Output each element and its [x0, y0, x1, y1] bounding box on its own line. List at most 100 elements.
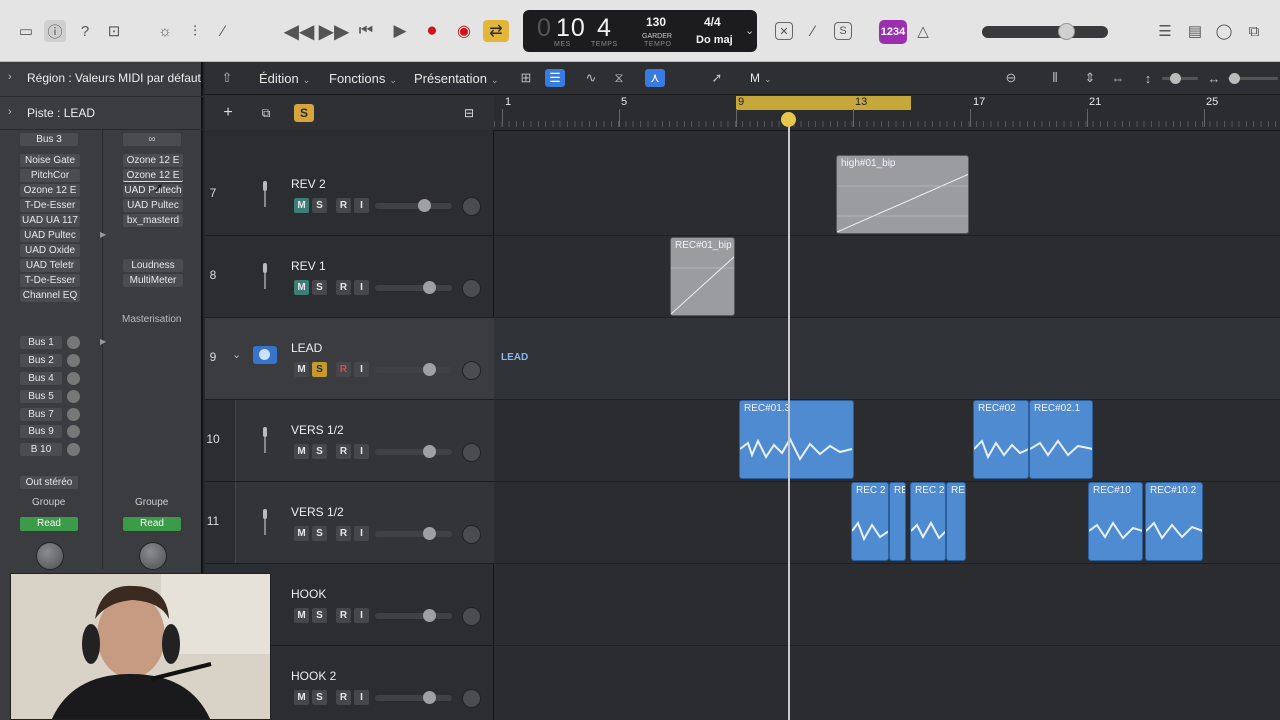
audio-region[interactable]: REC 2	[851, 482, 889, 561]
chevron-down-icon[interactable]: ⌄	[745, 24, 754, 37]
list-view-icon[interactable]: ☰	[545, 69, 565, 87]
insert-slot[interactable]: Ozone 12 E	[20, 184, 80, 197]
insert-slot[interactable]: UAD Oxide	[20, 244, 80, 257]
fast-forward-icon[interactable]: ▶▶	[319, 20, 350, 43]
tracks-area[interactable]: high#01_bip REC#01_bip LEAD REC#01.3 REC…	[494, 131, 1280, 720]
global-solo-button[interactable]: S	[294, 104, 314, 122]
send-level-knob[interactable]	[67, 408, 80, 421]
playhead[interactable]	[788, 114, 790, 720]
lcd-display[interactable]: 0 10 4 MES TEMPS 130 GARDER TEMPO 4/4 Do…	[523, 10, 757, 52]
insert-slot[interactable]: UAD Pultec	[123, 199, 183, 212]
volume-slider[interactable]	[375, 281, 452, 294]
mixer-icon[interactable]: ⫶	[184, 20, 206, 42]
send-slot[interactable]: Bus 2	[20, 354, 62, 367]
solo-button[interactable]: S	[312, 198, 327, 213]
solo-icon[interactable]: S	[834, 22, 852, 40]
input-monitor-button[interactable]: I	[354, 362, 369, 377]
automation-region[interactable]: REC#01_bip	[670, 237, 735, 316]
input-monitor-button[interactable]: I	[354, 444, 369, 459]
folder-stack-icon[interactable]	[253, 346, 277, 364]
automation-region[interactable]: high#01_bip	[836, 155, 969, 234]
audio-region[interactable]: REC#02.1	[1029, 400, 1093, 479]
record-enable-button[interactable]: R	[336, 198, 351, 213]
loop-browser-icon[interactable]: ◯	[1213, 20, 1235, 42]
insert-slot[interactable]: T-De-Esser	[20, 199, 80, 212]
snap-icon[interactable]: ⋏	[645, 69, 665, 87]
record-enable-button[interactable]: R	[336, 362, 351, 377]
pan-knob[interactable]	[462, 279, 481, 298]
go-to-start-icon[interactable]: ⏮	[355, 20, 377, 42]
functions-menu[interactable]: Fonctions ⌄	[329, 71, 397, 86]
automation-read-button[interactable]: Read	[123, 517, 181, 531]
solo-button[interactable]: S	[312, 444, 327, 459]
chevron-right-icon[interactable]: ›	[8, 106, 12, 118]
mute-button[interactable]: M	[294, 608, 309, 623]
volume-slider[interactable]	[375, 527, 452, 540]
record-enable-button[interactable]: R	[336, 444, 351, 459]
volume-knob[interactable]	[423, 363, 436, 376]
track-name[interactable]: LEAD	[291, 341, 322, 355]
mute-button[interactable]: M	[294, 362, 309, 377]
tuner-icon[interactable]: ∕	[802, 20, 824, 42]
play-icon[interactable]: ▶	[389, 20, 411, 42]
volume-slider[interactable]	[375, 445, 452, 458]
track-row-selected[interactable]: 9 ⌄ LEAD M S R I	[205, 318, 494, 400]
send-level-knob[interactable]	[67, 390, 80, 403]
volume-slider[interactable]	[375, 691, 452, 704]
inspector-icon[interactable]: ⓘ	[44, 20, 66, 42]
cycle-range[interactable]	[736, 96, 911, 110]
count-in-icon[interactable]: ✕	[775, 22, 793, 40]
audio-region[interactable]: REC#10.2	[1145, 482, 1203, 561]
volume-knob[interactable]	[418, 199, 431, 212]
insert-slot[interactable]: Channel EQ	[20, 289, 80, 302]
folder-disclosure-icon[interactable]: ⌄	[232, 348, 241, 361]
automation-icon[interactable]: ∿	[581, 69, 601, 87]
track-name[interactable]: REV 1	[291, 259, 326, 273]
send-level-knob[interactable]	[67, 354, 80, 367]
region-inspector-row[interactable]: › Région : Valeurs MIDI par défaut	[0, 62, 203, 95]
channel-name[interactable]: Masterisation	[122, 314, 181, 325]
metronome-icon[interactable]: △	[912, 20, 934, 42]
volume-knob[interactable]	[423, 527, 436, 540]
automation-read-button[interactable]: Read	[20, 517, 78, 531]
insert-slot[interactable]: Loudness	[123, 259, 183, 272]
edit-menu[interactable]: Édition ⌄	[259, 71, 310, 86]
add-track-icon[interactable]: +	[218, 104, 238, 122]
track-row[interactable]: 7 REV 2 M S R I	[205, 154, 494, 236]
mute-button[interactable]: M	[294, 444, 309, 459]
input-monitor-button[interactable]: I	[354, 690, 369, 705]
record-enable-button[interactable]: R	[336, 526, 351, 541]
send-level-knob[interactable]	[67, 372, 80, 385]
track-name[interactable]: VERS 1/2	[291, 505, 344, 519]
flex-icon[interactable]: ⧖	[609, 69, 629, 87]
track-row[interactable]: 8 REV 1 M S R I	[205, 236, 494, 318]
rewind-icon[interactable]: ◀◀	[284, 20, 315, 43]
insert-slot[interactable]: bx_masterd	[123, 214, 183, 227]
toolbar-icon[interactable]: ⊡	[103, 20, 125, 42]
zoom-mode-icon[interactable]: ⊖	[1001, 69, 1021, 87]
secondary-tool[interactable]: M ⌄	[750, 71, 772, 85]
playhead-handle[interactable]	[781, 112, 796, 127]
solo-button[interactable]: S	[312, 526, 327, 541]
waveform-zoom-icon[interactable]: ⦀	[1045, 69, 1065, 87]
volume-knob[interactable]	[423, 445, 436, 458]
output-slot[interactable]: Out stéréo	[20, 476, 78, 489]
pan-knob[interactable]	[139, 542, 167, 570]
volume-slider[interactable]	[375, 363, 452, 376]
track-inspector-row[interactable]: › Piste : LEAD	[0, 96, 203, 129]
insert-slot[interactable]: Noise Gate	[20, 154, 80, 167]
notepad-icon[interactable]: ▤	[1184, 20, 1206, 42]
track-row[interactable]: 11 VERS 1/2 M S R I	[205, 482, 494, 564]
vertical-zoom-icon[interactable]: ↕	[1138, 69, 1158, 87]
track-name[interactable]: VERS 1/2	[291, 423, 344, 437]
list-editors-icon[interactable]: ☰	[1154, 20, 1176, 42]
volume-slider[interactable]	[375, 609, 452, 622]
bus-input[interactable]: Bus 3	[20, 133, 78, 146]
mute-button[interactable]: M	[294, 198, 309, 213]
cycle-icon[interactable]: ⇄	[483, 20, 509, 42]
browser-icon[interactable]: ⧉	[1243, 20, 1265, 42]
record-icon[interactable]: ●	[421, 20, 443, 42]
folder-region-label[interactable]: LEAD	[501, 352, 528, 363]
send-slot[interactable]: Bus 7	[20, 408, 62, 421]
bar-ruler[interactable]: 1 5 9 13 17 21 25	[494, 95, 1280, 131]
